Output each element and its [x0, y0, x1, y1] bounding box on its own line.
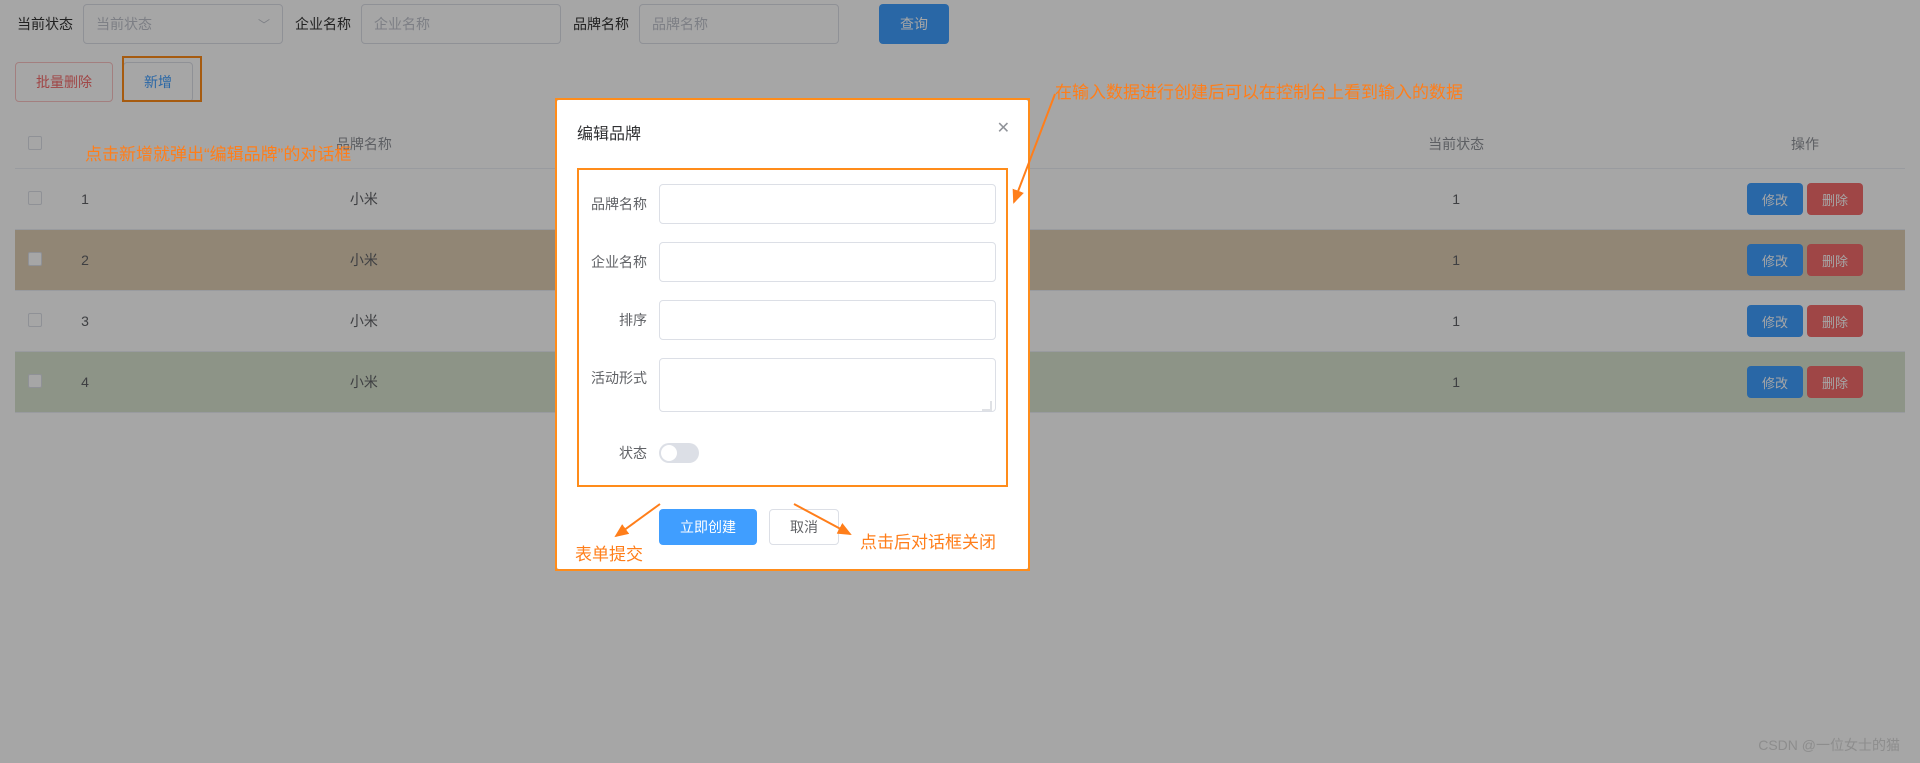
brand-name-input[interactable]	[659, 184, 996, 224]
form-label-status: 状态	[589, 443, 659, 463]
form-label-activity: 活动形式	[589, 358, 659, 398]
form-label-order: 排序	[589, 300, 659, 340]
form-label-brand: 品牌名称	[589, 184, 659, 224]
dialog-footer: 立即创建 取消	[577, 509, 1008, 545]
dialog-title: 编辑品牌	[577, 120, 1008, 144]
order-input[interactable]	[659, 300, 996, 340]
page-root: 当前状态 当前状态 ﹀ 企业名称 企业名称 品牌名称 品牌名称 查询 批量删除 …	[0, 0, 1920, 763]
resize-handle-icon	[982, 401, 992, 411]
activity-textarea[interactable]	[659, 358, 996, 412]
company-name-input[interactable]	[659, 242, 996, 282]
form-label-company: 企业名称	[589, 242, 659, 282]
form-highlight-box: 品牌名称 企业名称 排序 活动形式	[577, 168, 1008, 487]
status-switch[interactable]	[659, 443, 699, 463]
edit-brand-dialog: 编辑品牌 ✕ 品牌名称 企业名称 排序 活动形式	[557, 100, 1028, 569]
watermark: CSDN @一位女士的猫	[1758, 735, 1900, 755]
close-icon[interactable]: ✕	[997, 118, 1010, 138]
submit-button[interactable]: 立即创建	[659, 509, 757, 545]
cancel-button[interactable]: 取消	[769, 509, 839, 545]
dialog-highlight-box: 编辑品牌 ✕ 品牌名称 企业名称 排序 活动形式	[555, 98, 1030, 571]
